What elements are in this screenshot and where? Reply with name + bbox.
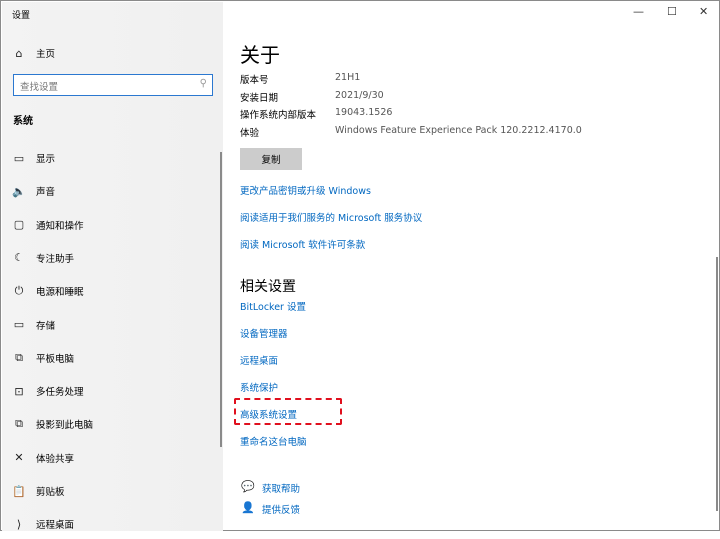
copy-button[interactable]: 复制 [240,148,302,170]
feedback-icon: 👤 [241,501,255,514]
search-input[interactable]: 查找设置 ⚲ [13,74,213,96]
related-link[interactable]: 重命名这台电脑 [240,434,307,448]
sidebar-item[interactable]: ▭ 显示 [2,143,223,173]
related-link[interactable]: BitLocker 设置 [240,299,306,313]
sidebar-home[interactable]: ⌂ 主页 [2,38,223,68]
tablet-icon: ⧉ [15,350,23,364]
about-link[interactable]: 阅读 Microsoft 软件许可条款 [240,237,365,251]
section-title: 系统 [13,116,33,127]
sidebar-item-label: 专注助手 [36,253,75,265]
related-link[interactable]: 远程桌面 [240,353,278,367]
about-link[interactable]: 更改产品密钥或升级 Windows [240,183,371,197]
app-title: 设置 [12,11,31,21]
sidebar-item-label: 平板电脑 [36,353,75,365]
power-icon: ⏻ [14,284,24,298]
highlight-box [234,398,342,425]
main-scrollbar[interactable] [716,257,718,511]
notification-icon: ▢ [13,218,25,232]
sidebar-item[interactable]: ⧉ 投影到此电脑 [2,409,223,439]
speaker-icon: 🔈 [12,184,26,198]
sidebar-item-label: 显示 [36,154,56,165]
spec-value: 19043.1526 [335,107,393,119]
sidebar-item[interactable]: ⟩ 远程桌面 [2,509,223,539]
home-icon: ⌂ [15,46,23,60]
sidebar-item-label: 多任务处理 [36,387,84,399]
sidebar-item[interactable]: ✕ 体验共享 [2,443,223,473]
spec-label: 操作系统内部版本 [240,110,317,122]
sidebar: 设置 ⌂ 主页 查找设置 ⚲ 系统 ▭ 显示 🔈 声音 ▢ 通知和操作 ☾ 专注助手 ⏻ 电源和睡… [2,2,223,531]
home-label: 主页 [36,49,56,60]
multitask-icon: ⊡ [14,384,24,398]
get-help-link[interactable]: 获取帮助 [262,481,300,495]
sidebar-item-label: 体验共享 [36,453,75,465]
sidebar-item-label: 电源和睡眠 [36,287,84,299]
sidebar-item[interactable]: 🔈 声音 [2,176,223,206]
minimize-icon[interactable]: — [633,5,644,18]
sidebar-item[interactable]: ☾ 专注助手 [2,243,223,273]
search-icon[interactable]: ⚲ [200,78,207,89]
sidebar-scrollbar[interactable] [220,152,222,447]
sidebar-item-label: 存储 [36,320,56,332]
related-link[interactable]: 设备管理器 [240,326,288,340]
settings-window: 设置 ⌂ 主页 查找设置 ⚲ 系统 ▭ 显示 🔈 声音 ▢ 通知和操作 ☾ 专注助手 ⏻ 电源和睡… [0,0,720,531]
monitor-icon: ▭ [13,151,25,165]
help-icon: 💬 [241,480,255,493]
sidebar-item-label: 投影到此电脑 [36,420,94,432]
share-icon: ✕ [14,451,24,465]
sidebar-item[interactable]: ▭ 存储 [2,310,223,340]
feedback-link[interactable]: 提供反馈 [262,502,300,516]
sidebar-item[interactable]: ⏻ 电源和睡眠 [2,276,223,306]
sidebar-item-label: 声音 [36,187,56,199]
moon-icon: ☾ [14,251,24,265]
project-icon: ⧉ [15,417,23,431]
spec-value: 21H1 [335,72,361,83]
spec-value: 2021/9/30 [335,89,384,101]
remote-icon: ⟩ [16,517,22,531]
spec-label: 体验 [240,128,260,140]
search-placeholder: 查找设置 [20,82,59,93]
sidebar-item-label: 远程桌面 [36,520,75,532]
sidebar-item-label: 通知和操作 [36,220,84,232]
maximize-icon[interactable]: ☐ [667,5,677,18]
page-title: 关于 [240,43,280,67]
related-settings-title: 相关设置 [240,279,296,295]
sidebar-item[interactable]: 📋 剪贴板 [2,476,223,506]
close-icon[interactable]: ✕ [699,5,708,18]
about-link[interactable]: 阅读适用于我们服务的 Microsoft 服务协议 [240,210,422,224]
spec-label: 版本号 [240,75,269,86]
sidebar-item[interactable]: ⧉ 平板电脑 [2,343,223,373]
spec-value: Windows Feature Experience Pack 120.2212… [335,125,582,137]
spec-label: 安装日期 [240,92,279,104]
storage-icon: ▭ [13,318,25,331]
sidebar-item[interactable]: ▢ 通知和操作 [2,210,223,240]
sidebar-item[interactable]: ⊡ 多任务处理 [2,376,223,406]
clipboard-icon: 📋 [12,484,26,498]
sidebar-item-label: 剪贴板 [36,487,65,498]
related-link[interactable]: 系统保护 [240,380,278,394]
